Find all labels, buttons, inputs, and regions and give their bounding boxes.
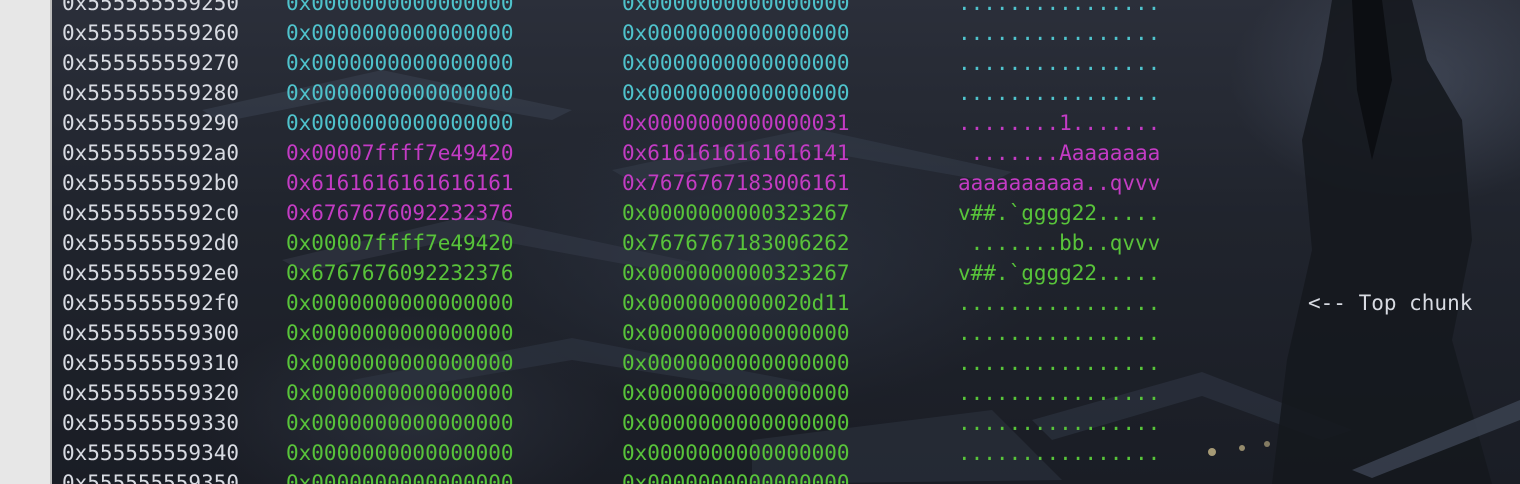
- terminal-window[interactable]: 0x555555559250 0x0000000000000000 0x000000…: [52, 0, 1520, 484]
- qword-cell-2: 0x7676767183006262: [622, 231, 850, 255]
- ascii-cell: v##.`gggg22.....: [958, 261, 1161, 285]
- address-cell: 0x5555555592e0: [62, 261, 240, 285]
- ascii-cell: ................: [958, 381, 1161, 405]
- dump-row: 0x555555559290 0x0000000000000000 0x000000…: [52, 108, 1520, 138]
- qword-cell-2: 0x0000000000000000: [622, 0, 850, 15]
- qword-cell-1: 0x6767676092232376: [286, 201, 514, 225]
- ascii-cell: ................: [958, 411, 1161, 435]
- ascii-cell: ........1.......: [958, 111, 1161, 135]
- ascii-cell: aaaaaaaaaa..qvvv: [958, 171, 1161, 195]
- address-cell: 0x555555559300: [62, 321, 240, 345]
- qword-cell-1: 0x6161616161616161: [286, 171, 514, 195]
- qword-cell-2: 0x0000000000000000: [622, 21, 850, 45]
- dump-row: 0x555555559300 0x0000000000000000 0x000000…: [52, 318, 1520, 348]
- qword-cell-2: 0x7676767183006161: [622, 171, 850, 195]
- ascii-cell: .......Aaaaaaaa: [958, 141, 1161, 165]
- address-cell: 0x555555559340: [62, 441, 240, 465]
- ascii-cell: ................: [958, 471, 1161, 484]
- address-cell: 0x555555559290: [62, 111, 240, 135]
- ascii-cell: ................: [958, 351, 1161, 375]
- address-cell: 0x555555559310: [62, 351, 240, 375]
- qword-cell-1: 0x0000000000000000: [286, 291, 514, 315]
- ascii-cell: ................: [958, 441, 1161, 465]
- ascii-cell: ................: [958, 51, 1161, 75]
- top-chunk-marker: <-- Top chunk: [1308, 291, 1473, 315]
- dump-row: 0x555555559270 0x0000000000000000 0x000000…: [52, 48, 1520, 78]
- dump-row: 0x555555559340 0x0000000000000000 0x000000…: [52, 438, 1520, 468]
- dump-row: 0x5555555592a0 0x00007ffff7e49420 0x616161…: [52, 138, 1520, 168]
- qword-cell-1: 0x0000000000000000: [286, 441, 514, 465]
- qword-cell-1: 0x0000000000000000: [286, 81, 514, 105]
- left-gutter: [0, 0, 51, 484]
- dump-row: 0x5555555592e0 0x6767676092232376 0x000000…: [52, 258, 1520, 288]
- qword-cell-1: 0x0000000000000000: [286, 0, 514, 15]
- qword-cell-2: 0x6161616161616141: [622, 141, 850, 165]
- qword-cell-1: 0x0000000000000000: [286, 21, 514, 45]
- ascii-cell: ................: [958, 321, 1161, 345]
- qword-cell-2: 0x0000000000000031: [622, 111, 850, 135]
- dump-row: 0x555555559310 0x0000000000000000 0x000000…: [52, 348, 1520, 378]
- qword-cell-2: 0x0000000000000000: [622, 381, 850, 405]
- dump-row: 0x555555559280 0x0000000000000000 0x000000…: [52, 78, 1520, 108]
- address-cell: 0x555555559330: [62, 411, 240, 435]
- address-cell: 0x555555559280: [62, 81, 240, 105]
- ascii-cell: ................: [958, 0, 1161, 15]
- dump-row: 0x555555559350 0x0000000000000000 0x000000…: [52, 468, 1520, 484]
- ascii-cell: ................: [958, 81, 1161, 105]
- address-cell: 0x5555555592f0: [62, 291, 240, 315]
- dump-row: 0x5555555592f0 0x0000000000000000 0x000000…: [52, 288, 1520, 318]
- qword-cell-2: 0x0000000000000000: [622, 351, 850, 375]
- qword-cell-1: 0x00007ffff7e49420: [286, 141, 514, 165]
- qword-cell-1: 0x00007ffff7e49420: [286, 231, 514, 255]
- address-cell: 0x5555555592a0: [62, 141, 240, 165]
- qword-cell-1: 0x6767676092232376: [286, 261, 514, 285]
- qword-cell-2: 0x0000000000000000: [622, 441, 850, 465]
- ascii-cell: v##.`gggg22.....: [958, 201, 1161, 225]
- dump-row: 0x5555555592b0 0x6161616161616161 0x767676…: [52, 168, 1520, 198]
- ascii-cell: .......bb..qvvv: [958, 231, 1161, 255]
- address-cell: 0x555555559250: [62, 0, 240, 15]
- dump-row: 0x555555559260 0x0000000000000000 0x000000…: [52, 18, 1520, 48]
- qword-cell-2: 0x0000000000020d11: [622, 291, 850, 315]
- dump-row: 0x555555559250 0x0000000000000000 0x000000…: [52, 0, 1520, 18]
- ascii-cell: ................: [958, 21, 1161, 45]
- qword-cell-1: 0x0000000000000000: [286, 411, 514, 435]
- memory-dump: 0x555555559250 0x0000000000000000 0x000000…: [52, 0, 1520, 484]
- dump-row: 0x555555559320 0x0000000000000000 0x000000…: [52, 378, 1520, 408]
- qword-cell-2: 0x0000000000323267: [622, 201, 850, 225]
- address-cell: 0x5555555592d0: [62, 231, 240, 255]
- qword-cell-1: 0x0000000000000000: [286, 321, 514, 345]
- qword-cell-2: 0x0000000000000000: [622, 81, 850, 105]
- address-cell: 0x5555555592b0: [62, 171, 240, 195]
- qword-cell-2: 0x0000000000000000: [622, 411, 850, 435]
- qword-cell-1: 0x0000000000000000: [286, 471, 514, 484]
- qword-cell-2: 0x0000000000000000: [622, 321, 850, 345]
- ascii-cell: ................: [958, 291, 1161, 315]
- address-cell: 0x555555559270: [62, 51, 240, 75]
- qword-cell-1: 0x0000000000000000: [286, 381, 514, 405]
- dump-row: 0x5555555592c0 0x6767676092232376 0x000000…: [52, 198, 1520, 228]
- qword-cell-1: 0x0000000000000000: [286, 51, 514, 75]
- qword-cell-1: 0x0000000000000000: [286, 111, 514, 135]
- dump-row: 0x555555559330 0x0000000000000000 0x000000…: [52, 408, 1520, 438]
- qword-cell-1: 0x0000000000000000: [286, 351, 514, 375]
- dump-row: 0x5555555592d0 0x00007ffff7e49420 0x767676…: [52, 228, 1520, 258]
- address-cell: 0x5555555592c0: [62, 201, 240, 225]
- address-cell: 0x555555559320: [62, 381, 240, 405]
- address-cell: 0x555555559260: [62, 21, 240, 45]
- qword-cell-2: 0x0000000000323267: [622, 261, 850, 285]
- qword-cell-2: 0x0000000000000000: [622, 51, 850, 75]
- qword-cell-2: 0x0000000000000000: [622, 471, 850, 484]
- address-cell: 0x555555559350: [62, 471, 240, 484]
